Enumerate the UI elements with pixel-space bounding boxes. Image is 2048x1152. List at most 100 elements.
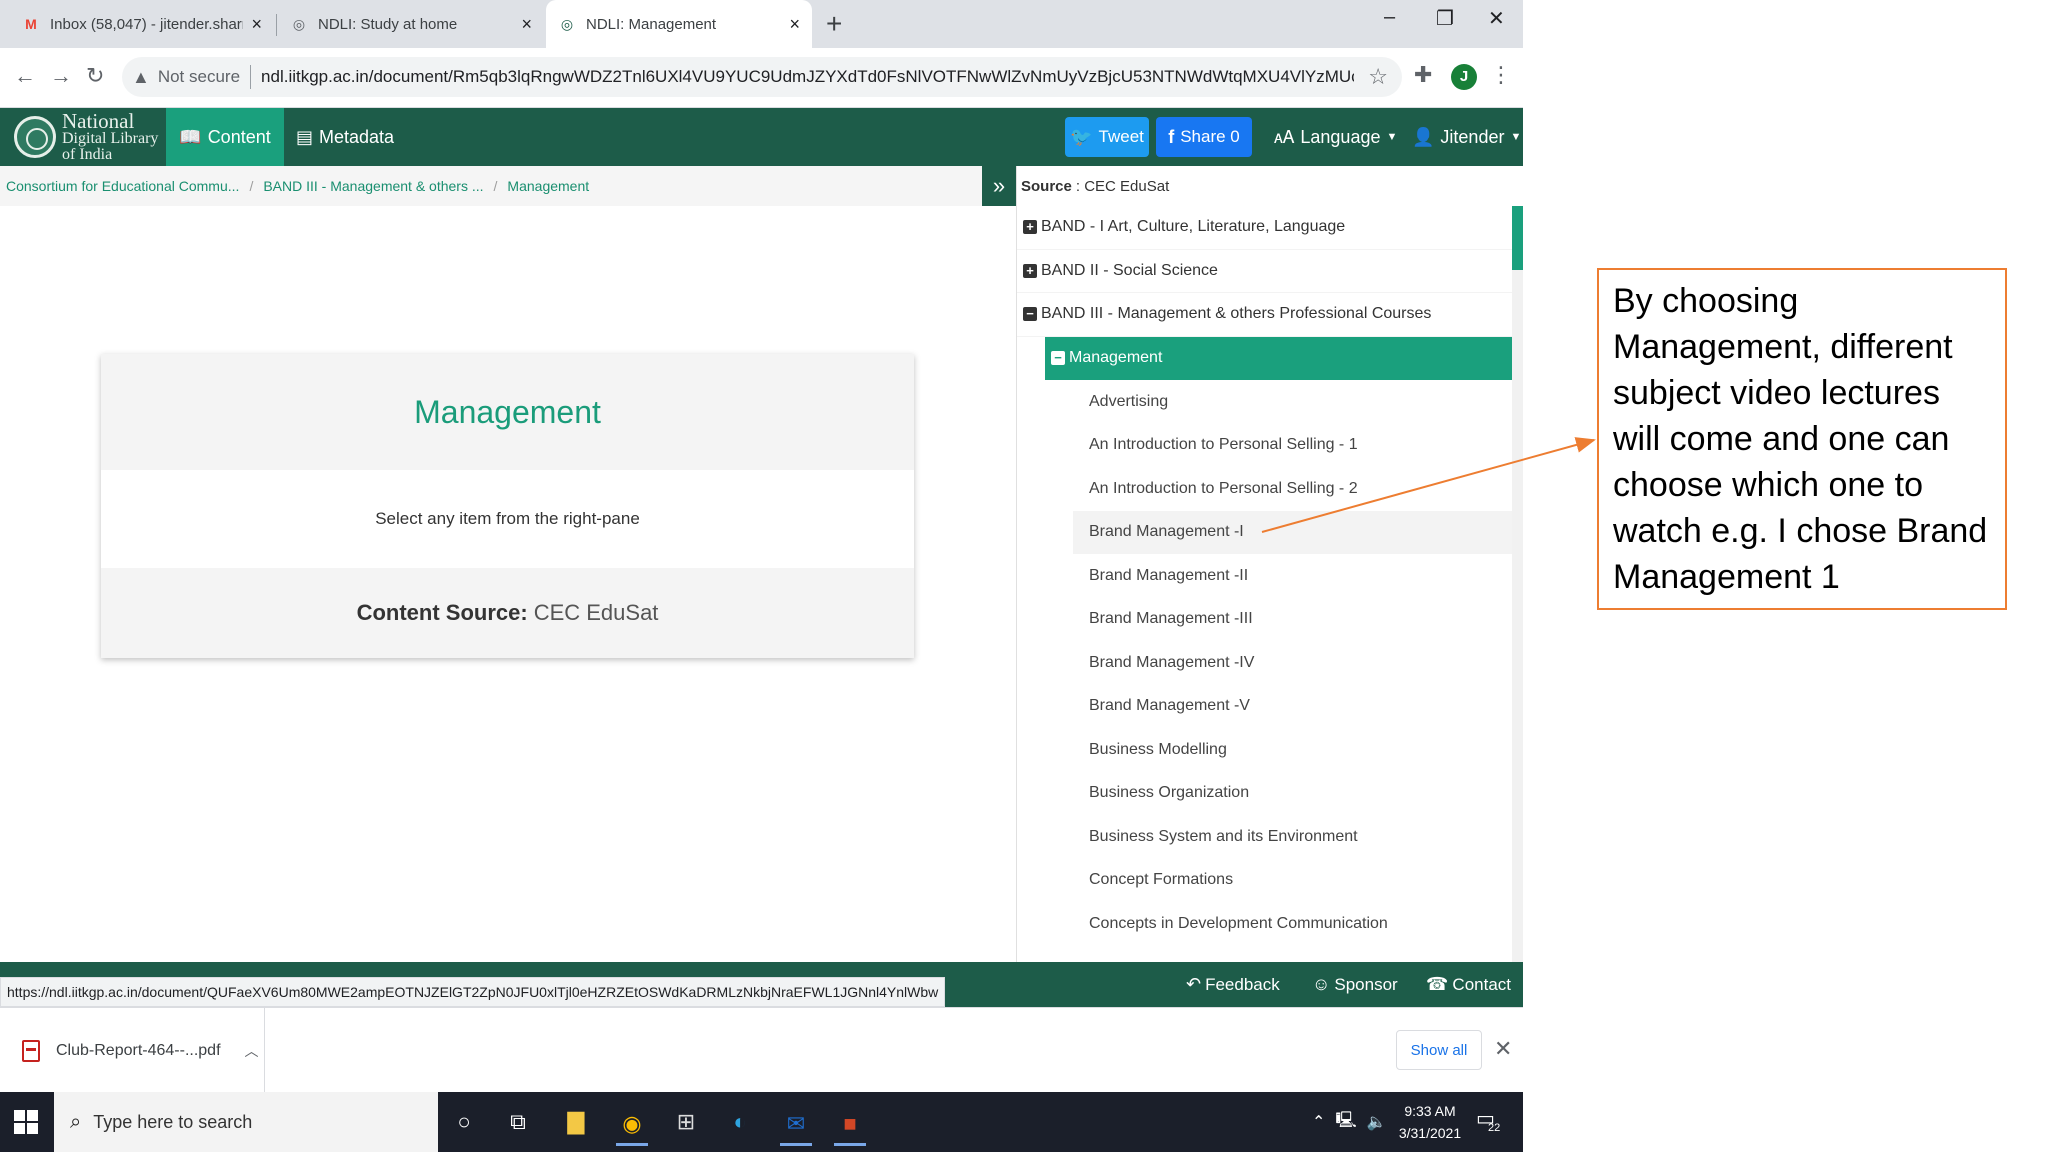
course-item-brand-management-1[interactable]: Brand Management -I — [1073, 510, 1512, 554]
breadcrumb-item[interactable]: BAND III - Management & others ... — [263, 178, 483, 194]
user-dropdown[interactable]: 👤 Jitender ▼ — [1412, 108, 1521, 166]
minus-box-icon[interactable]: − — [1051, 351, 1065, 366]
url-text[interactable]: ndl.iitkgp.ac.in/document/Rm5qb3lqRngwWD… — [261, 67, 1354, 87]
sponsor-label: Sponsor — [1334, 974, 1398, 994]
course-item[interactable]: Advertising — [1073, 380, 1512, 424]
show-all-button[interactable]: Show all — [1396, 1030, 1482, 1070]
bookmark-star-icon[interactable]: ☆ — [1368, 64, 1388, 90]
browser-menu-icon[interactable]: ⋮ — [1490, 62, 1512, 88]
clock-time: 9:33 AM — [1404, 1103, 1456, 1119]
plus-box-icon[interactable]: + — [1023, 220, 1037, 235]
course-item[interactable]: An Introduction to Personal Selling - 2 — [1073, 467, 1512, 511]
forward-icon[interactable]: → — [50, 63, 72, 89]
tree-band-label: BAND II - Social Science — [1041, 261, 1218, 279]
double-chevron-right-icon: » — [992, 173, 1006, 198]
course-item[interactable]: Brand Management -V — [1073, 685, 1512, 729]
collapse-pane-button[interactable]: » — [982, 166, 1016, 206]
extensions-icon[interactable]: ✚ — [1414, 62, 1432, 88]
address-bar[interactable]: ▲ Not secure ndl.iitkgp.ac.in/document/R… — [122, 57, 1402, 97]
tab-title: NDLI: Study at home — [318, 15, 458, 33]
book-icon: 📖 — [179, 126, 202, 147]
gmail-icon: M — [25, 16, 37, 32]
breadcrumb-item[interactable]: Consortium for Educational Commu... — [6, 178, 239, 194]
close-icon[interactable]: ✕ — [1494, 1036, 1512, 1062]
facebook-share-button[interactable]: f Share 0 — [1156, 117, 1252, 157]
sponsor-link[interactable]: ☺ Sponsor — [1312, 962, 1398, 1007]
close-icon[interactable]: × — [251, 14, 262, 35]
tab-title: NDLI: Management — [586, 15, 717, 33]
close-icon[interactable]: × — [789, 14, 800, 35]
search-icon: ⌕ — [70, 1110, 82, 1133]
ndli-logo[interactable]: National Digital Library of India — [14, 110, 158, 162]
taskbar-search-box[interactable]: ⌕ Type here to search — [54, 1092, 438, 1152]
store-icon[interactable]: ⊞ — [670, 1106, 702, 1138]
taskbar-clock[interactable]: 9:33 AM 3/31/2021 — [1390, 1100, 1470, 1144]
course-item[interactable]: An Introduction to Personal Selling - 1 — [1073, 424, 1512, 468]
powerpoint-icon[interactable]: ■ — [834, 1104, 866, 1146]
file-explorer-icon[interactable]: ▇ — [560, 1106, 592, 1138]
back-icon[interactable]: ← — [14, 63, 36, 89]
course-item[interactable]: Brand Management -IV — [1073, 641, 1512, 685]
contact-link[interactable]: ☎ Contact — [1426, 962, 1511, 1007]
content-source-label: Content Source: — [356, 600, 528, 625]
security-indicator[interactable]: Not secure — [158, 67, 240, 87]
contact-label: Contact — [1452, 974, 1512, 994]
category-tree: + BAND - I Art, Culture, Literature, Lan… — [1017, 206, 1512, 962]
new-tab-button[interactable]: + — [826, 8, 842, 40]
minimize-icon[interactable]: – — [1384, 6, 1395, 29]
network-icon[interactable]: 🖳 — [1335, 1109, 1356, 1136]
chrome-icon[interactable]: ◉ — [616, 1104, 648, 1146]
cortana-icon[interactable]: ○ — [448, 1106, 480, 1138]
card-title: Management — [414, 393, 601, 430]
status-bar-url: https://ndl.iitkgp.ac.in/document/QUFaeX… — [0, 977, 946, 1007]
profile-avatar[interactable]: J — [1451, 64, 1477, 90]
browser-toolbar: ← → ↻ ▲ Not secure ndl.iitkgp.ac.in/docu… — [0, 48, 1523, 108]
warning-icon[interactable]: ▲ — [132, 67, 150, 88]
nav-content-tab[interactable]: 📖 Content — [166, 108, 284, 166]
tree-band-management[interactable]: − BAND III - Management & others Profess… — [1017, 293, 1512, 337]
download-shelf: Club-Report-464--...pdf ︿ Show all ✕ — [0, 1007, 1523, 1093]
edge-icon[interactable]: ◐ — [724, 1106, 756, 1138]
nav-metadata-tab[interactable]: ▤ Metadata — [296, 108, 394, 166]
language-label: Language — [1300, 126, 1381, 147]
download-item[interactable]: Club-Report-464--...pdf ︿ — [0, 1008, 265, 1093]
windows-start-icon[interactable] — [14, 1110, 38, 1134]
reply-icon: ↶ — [1186, 974, 1202, 994]
plus-box-icon[interactable]: + — [1023, 263, 1037, 278]
tab-gmail-inbox[interactable]: M Inbox (58,047) - jitender.sharma@ × — [10, 0, 274, 48]
phone-icon: ☎ — [1426, 974, 1449, 994]
tweet-button[interactable]: 🐦 Tweet — [1065, 117, 1149, 157]
feedback-link[interactable]: ↶ Feedback — [1186, 962, 1280, 1007]
pane-scrollbar[interactable] — [1512, 206, 1523, 962]
scrollbar-thumb[interactable] — [1512, 206, 1523, 270]
tab-ndli-management[interactable]: ◎ NDLI: Management × — [546, 0, 812, 48]
course-item[interactable]: Concepts in Development Communication — [1073, 902, 1512, 946]
course-item[interactable]: Concept Formations — [1073, 859, 1512, 903]
chevron-up-icon[interactable]: ︿ — [245, 1041, 259, 1061]
breadcrumb-item[interactable]: Management — [507, 178, 589, 194]
language-dropdown[interactable]: 🗚 Language ▼ — [1274, 108, 1397, 166]
minus-box-icon[interactable]: − — [1023, 307, 1037, 322]
sponsor-icon: ☺ — [1312, 974, 1331, 994]
course-item[interactable]: Business System and its Environment — [1073, 815, 1512, 859]
restore-icon[interactable]: ❐ — [1436, 6, 1454, 31]
course-item[interactable]: Brand Management -II — [1073, 554, 1512, 598]
breadcrumb-separator: / — [493, 178, 498, 194]
window-close-icon[interactable]: ✕ — [1488, 6, 1505, 31]
tree-node-management-selected[interactable]: − Management — [1045, 336, 1512, 380]
outlook-icon[interactable]: ✉ — [780, 1104, 812, 1146]
course-item[interactable]: Brand Management -III — [1073, 598, 1512, 642]
feedback-label: Feedback — [1205, 974, 1280, 994]
site-header: National Digital Library of India 📖 Cont… — [0, 108, 1523, 166]
task-view-icon[interactable]: ⧉ — [502, 1106, 534, 1138]
tab-ndli-study-at-home[interactable]: ◎ NDLI: Study at home × — [278, 0, 544, 48]
tree-band-social-science[interactable]: + BAND II - Social Science — [1017, 250, 1512, 293]
volume-icon[interactable]: 🔈 — [1367, 1112, 1387, 1132]
course-item[interactable]: Business Modelling — [1073, 728, 1512, 772]
close-icon[interactable]: × — [521, 14, 532, 35]
tree-band-art-culture[interactable]: + BAND - I Art, Culture, Literature, Lan… — [1017, 206, 1512, 250]
chevron-up-icon[interactable]: ⌃ — [1312, 1112, 1325, 1132]
course-item[interactable]: Business Organization — [1073, 772, 1512, 816]
tab-title: Inbox (58,047) - jitender.sharma@ — [50, 15, 243, 33]
reload-icon[interactable]: ↻ — [86, 63, 104, 89]
